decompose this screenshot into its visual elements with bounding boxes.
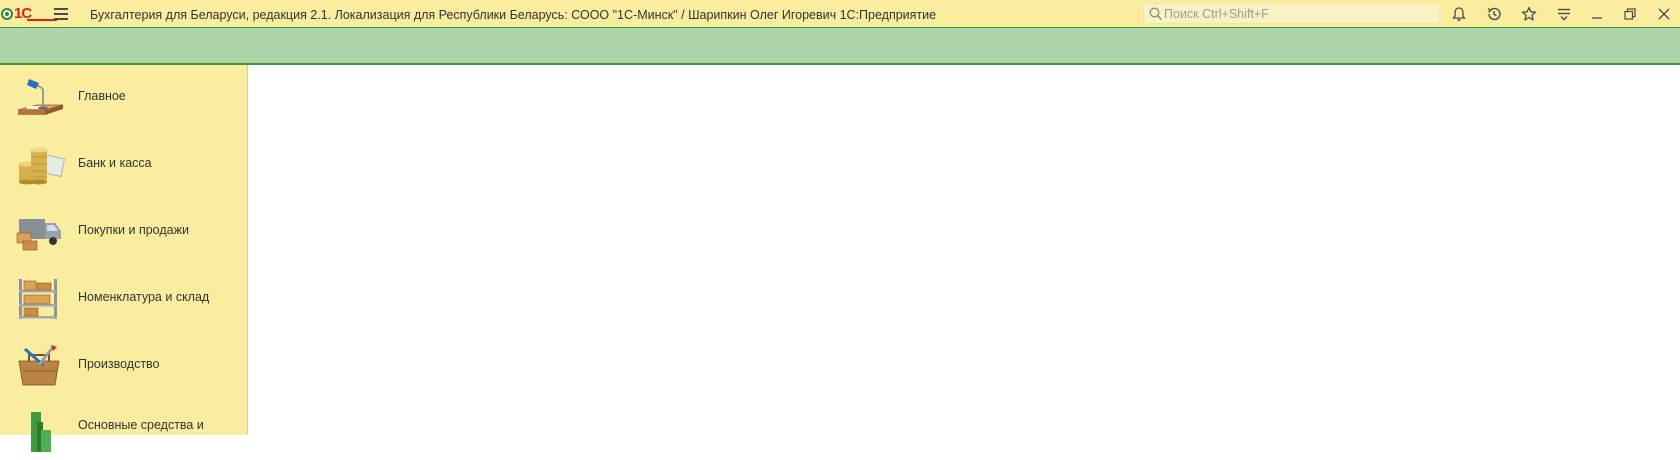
sidebar-item-label: Номенклатура и склад — [78, 290, 210, 304]
sidebar-item-main[interactable]: Главное — [0, 65, 247, 125]
sidebar-item-label: Банк и касса — [78, 156, 152, 170]
sections-menu-icon[interactable] — [1556, 6, 1572, 22]
sidebar-item-fixed-assets[interactable]: Основные средства и — [0, 400, 247, 460]
main-content-area — [248, 65, 1680, 435]
open-windows-panel — [0, 28, 1680, 65]
desk-lamp-icon — [17, 79, 64, 115]
hamburger-icon-line — [54, 8, 68, 10]
sidebar-item-production[interactable]: Производство — [0, 333, 247, 393]
search-box[interactable]: Поиск Ctrl+Shift+F — [1143, 3, 1440, 24]
hamburger-icon-line — [54, 18, 68, 20]
star-icon[interactable] — [1521, 6, 1537, 22]
search-input[interactable]: Поиск Ctrl+Shift+F — [1164, 7, 1269, 21]
sidebar-item-label: Основные средства и — [78, 418, 204, 432]
history-icon[interactable] — [1486, 6, 1502, 22]
title-bar: 1С Бухгалтерия для Беларуси, редакция 2.… — [0, 0, 1680, 28]
app-logo: 1С — [14, 5, 57, 22]
sidebar-item-label: Покупки и продажи — [78, 223, 189, 237]
fixed-assets-icon — [31, 412, 51, 452]
sidebar-item-label: Производство — [78, 357, 160, 371]
sections-sidebar: Главное Банк и касса Покупки и продажи Н… — [0, 65, 248, 452]
coins-icon — [19, 147, 65, 185]
app-status-icon[interactable] — [1, 8, 13, 20]
window-title: Бухгалтерия для Беларуси, редакция 2.1. … — [90, 8, 937, 22]
sidebar-item-label: Главное — [78, 89, 126, 103]
shelf-icon — [19, 279, 57, 319]
toolbox-icon — [18, 345, 60, 386]
sidebar-item-nomenclature-and-warehouse[interactable]: Номенклатура и склад — [0, 266, 247, 326]
minimize-icon[interactable] — [1589, 6, 1605, 22]
sidebar-item-purchases-and-sales[interactable]: Покупки и продажи — [0, 199, 247, 259]
bell-icon[interactable] — [1451, 6, 1467, 22]
sidebar-item-bank-and-cash[interactable]: Банк и касса — [0, 132, 247, 192]
search-icon — [1149, 7, 1163, 21]
close-icon[interactable] — [1656, 6, 1672, 22]
restore-icon[interactable] — [1622, 6, 1638, 22]
main-menu-button[interactable] — [54, 8, 68, 20]
truck-icon — [16, 219, 61, 251]
hamburger-icon-line — [54, 13, 68, 15]
